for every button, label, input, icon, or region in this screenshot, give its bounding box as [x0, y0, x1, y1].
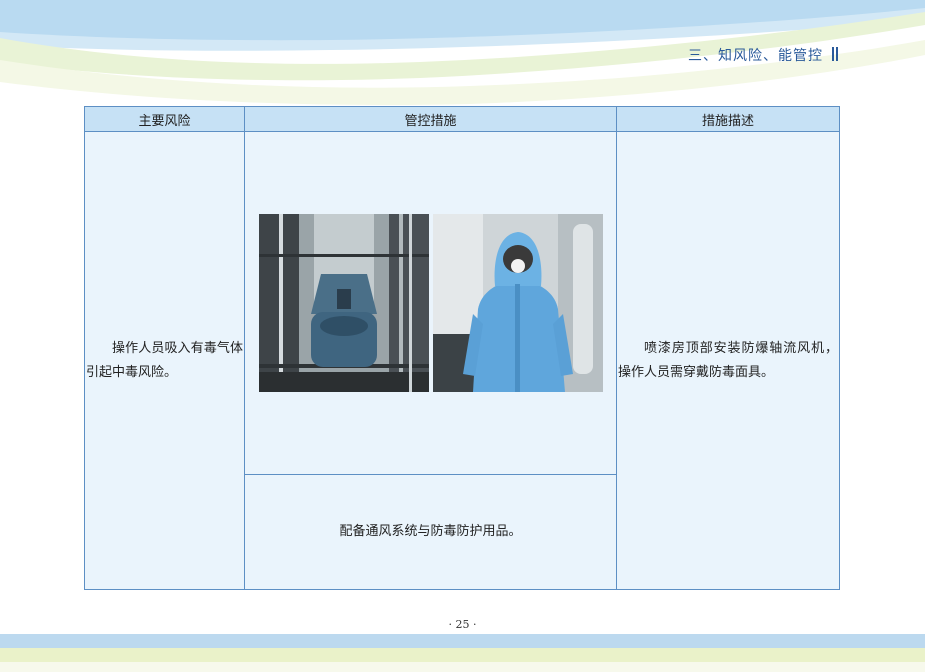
axial-fan-photo — [258, 214, 429, 392]
description-cell: 喷漆房顶部安装防爆轴流风机，操作人员需穿戴防毒面具。 — [616, 131, 840, 590]
section-title: 三、知风险、能管控 — [688, 48, 823, 64]
measure-cell: 配备通风系统与防毒防护用品。 — [244, 474, 617, 590]
risk-control-table: 主要风险 管控措施 措施描述 操作人员吸入有毒气体引起中毒风险。 喷漆房顶部安装… — [84, 106, 840, 590]
measure-text: 配备通风系统与防毒防护用品。 — [339, 524, 522, 539]
risk-text: 操作人员吸入有毒气体引起中毒风险。 — [86, 340, 243, 380]
page-number: · 25 · — [448, 618, 477, 631]
description-text: 喷漆房顶部安装防爆轴流风机，操作人员需穿戴防毒面具。 — [618, 340, 838, 380]
photo-cell — [244, 131, 617, 475]
column-header-risk: 主要风险 — [84, 106, 245, 132]
table-header-row: 主要风险 管控措施 措施描述 — [84, 106, 840, 132]
column-header-description: 措施描述 — [616, 106, 840, 132]
column-header-measure: 管控措施 — [244, 106, 617, 132]
section-marker-icon — [832, 47, 839, 61]
table-row: 操作人员吸入有毒气体引起中毒风险。 喷漆房顶部安装防爆轴流风机，操作人员需穿戴防… — [84, 131, 840, 590]
protective-suit-photo — [432, 214, 603, 392]
risk-cell: 操作人员吸入有毒气体引起中毒风险。 — [84, 131, 245, 590]
footer-band-decoration — [0, 634, 925, 672]
